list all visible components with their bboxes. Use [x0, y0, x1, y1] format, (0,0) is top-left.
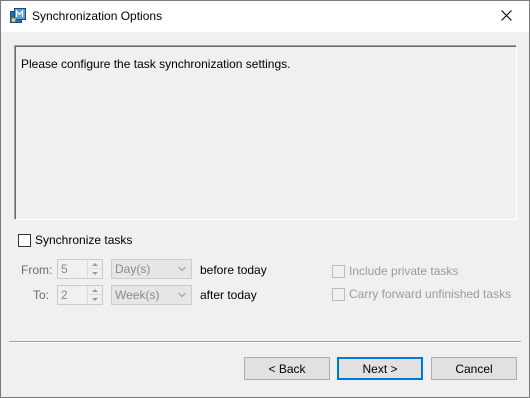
synchronize-tasks-label[interactable]: Synchronize tasks	[35, 233, 132, 247]
next-button[interactable]: Next >	[337, 357, 423, 380]
from-value-spinner[interactable]: 5	[57, 259, 103, 279]
from-unit-dropdown[interactable]: Day(s)	[111, 259, 192, 279]
to-value: 2	[61, 288, 68, 302]
close-icon	[500, 9, 512, 24]
include-private-tasks-label[interactable]: Include private tasks	[349, 264, 458, 278]
from-label: From:	[21, 263, 53, 277]
dialog-window: Synchronization Options Please configure…	[0, 0, 530, 398]
carry-forward-label[interactable]: Carry forward unfinished tasks	[349, 287, 511, 301]
to-value-spinner[interactable]: 2	[57, 285, 103, 305]
arrow-down-icon	[92, 298, 98, 301]
arrow-down-icon	[92, 272, 98, 275]
to-spinner-arrows	[87, 286, 102, 304]
to-spinner-down-button[interactable]	[88, 295, 102, 304]
from-unit-value: Day(s)	[115, 262, 151, 276]
arrow-up-icon	[92, 288, 98, 292]
from-spinner-down-button[interactable]	[88, 269, 102, 278]
to-label: To:	[33, 288, 50, 302]
carry-forward-checkbox[interactable]	[332, 288, 345, 301]
from-spinner-arrows	[87, 260, 102, 278]
chevron-down-icon	[178, 292, 186, 298]
app-logo-icon	[10, 8, 26, 24]
chevron-down-icon	[178, 266, 186, 272]
info-text: Please configure the task synchronizatio…	[21, 57, 291, 71]
synchronize-tasks-checkbox[interactable]	[18, 234, 31, 247]
separator-line	[9, 341, 521, 343]
close-button[interactable]	[483, 1, 529, 32]
from-spinner-up-button[interactable]	[88, 260, 102, 269]
from-value: 5	[61, 262, 68, 276]
title-bar: Synchronization Options	[1, 1, 529, 32]
window-title: Synchronization Options	[32, 9, 163, 23]
from-suffix-label: before today	[200, 263, 267, 277]
to-spinner-up-button[interactable]	[88, 286, 102, 295]
cancel-button[interactable]: Cancel	[431, 357, 517, 380]
to-unit-value: Week(s)	[115, 288, 160, 302]
include-private-tasks-checkbox[interactable]	[332, 265, 345, 278]
to-unit-dropdown[interactable]: Week(s)	[111, 285, 192, 305]
info-panel: Please configure the task synchronizatio…	[14, 45, 517, 220]
arrow-up-icon	[92, 262, 98, 266]
to-suffix-label: after today	[200, 288, 257, 302]
back-button[interactable]: < Back	[244, 357, 330, 380]
